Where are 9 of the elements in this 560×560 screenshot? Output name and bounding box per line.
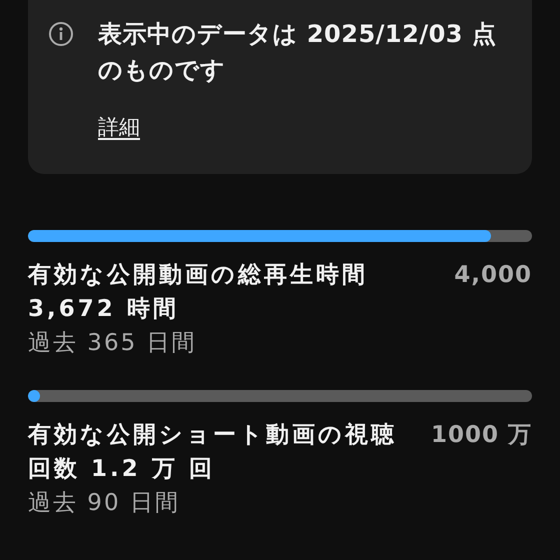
metric-goal: 4,000 — [454, 260, 532, 290]
metric-period: 過去 365 日間 — [28, 328, 198, 358]
notice-text: 表示中のデータは 2025/12/03 点のものです — [98, 19, 498, 86]
details-link[interactable]: 詳細 — [98, 112, 140, 144]
metric-period: 過去 90 日間 — [28, 488, 181, 518]
metric-label: 有効な公開動画の総再生時間 3,672 時間 — [28, 260, 369, 324]
metric-label: 有効な公開ショート動画の視聴回数 1.2 万 回 — [28, 420, 398, 484]
metric-goal: 1000 万 — [430, 420, 532, 450]
info-icon — [48, 21, 74, 47]
